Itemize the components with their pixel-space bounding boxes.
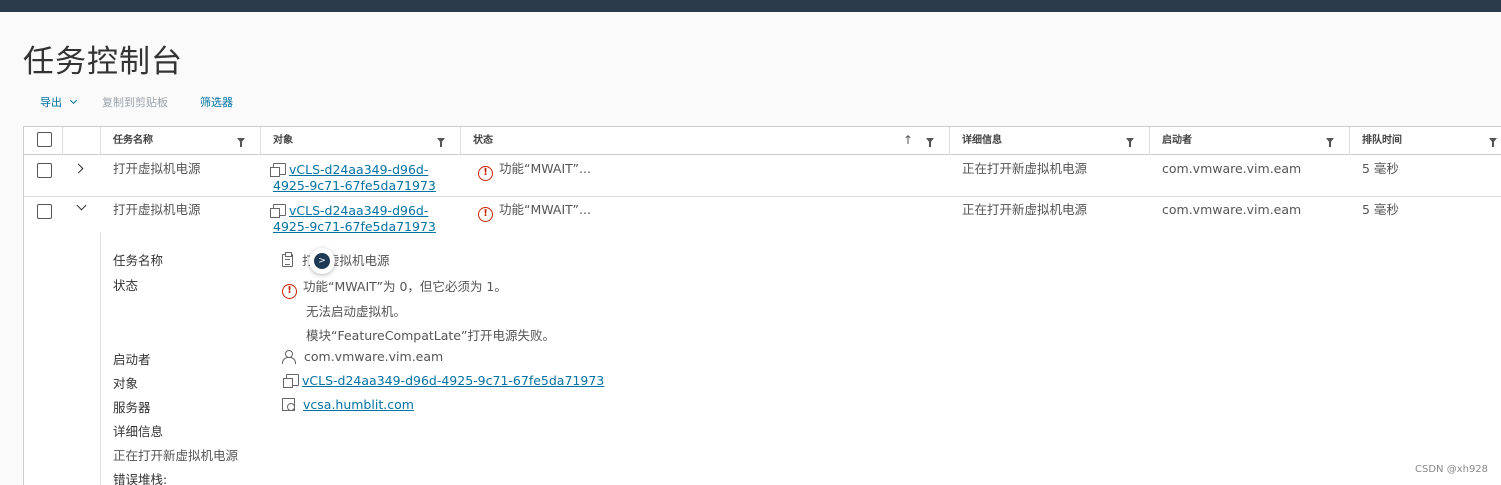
queue-time-cell: 5 毫秒	[1362, 202, 1399, 217]
watermark: CSDN @xh928	[1415, 464, 1489, 475]
detail-error-stack-label: 错误堆栈:	[113, 472, 168, 485]
row-checkbox[interactable]	[37, 163, 52, 178]
initiator-cell: com.vmware.vim.eam	[1162, 202, 1302, 217]
expander-header	[62, 127, 100, 155]
column-label: 启动者	[1162, 135, 1192, 146]
status-text: 功能“MWAIT”...	[499, 202, 591, 217]
task-name-cell: 打开虚拟机电源	[113, 202, 201, 217]
detail-details-value: 正在打开新虚拟机电源	[113, 448, 239, 463]
column-header-object[interactable]: 对象	[260, 127, 460, 155]
detail-task-name-value: 打开虚拟机电源	[282, 250, 390, 269]
chevron-right-icon[interactable]	[73, 163, 84, 174]
vm-icon	[270, 204, 286, 218]
details-cell: 正在打开新虚拟机电源	[962, 161, 1088, 176]
detail-server-value[interactable]: vcsa.humblit.com	[282, 397, 414, 412]
object-link-line2[interactable]: 4925-9c71-67fe5da71973	[273, 219, 436, 234]
detail-status-text: 功能“MWAIT”为 0，但它必须为 1。	[303, 279, 507, 294]
object-link-line1[interactable]: vCLS-d24aa349-d96d-	[289, 162, 428, 177]
task-name-cell: 打开虚拟机电源	[113, 161, 201, 176]
table-row-expanded[interactable]: 打开虚拟机电源 vCLS-d24aa349-d96d- 4925-9c71-67…	[24, 197, 1501, 485]
detail-task-name-label: 任务名称	[113, 253, 164, 268]
object-link-line2[interactable]: 4925-9c71-67fe5da71973	[273, 178, 436, 193]
assistant-icon: >	[314, 253, 330, 269]
column-label: 对象	[273, 135, 293, 146]
initiator-cell: com.vmware.vim.eam	[1162, 161, 1302, 176]
status-cell: ! 功能“MWAIT”...	[478, 202, 591, 222]
filter-icon[interactable]	[237, 138, 245, 147]
column-label: 详细信息	[962, 135, 1002, 146]
grid-header: 任务名称 对象 状态 ↑ 详细信息 启动者 排队时间	[24, 127, 1501, 155]
column-label: 排队时间	[1362, 135, 1402, 146]
export-label: 导出	[40, 96, 62, 109]
chevron-down-icon	[69, 96, 78, 105]
column-header-task-name[interactable]: 任务名称	[100, 127, 260, 155]
status-cell: ! 功能“MWAIT”...	[478, 161, 591, 181]
filter-icon[interactable]	[1326, 138, 1334, 147]
object-link-line1[interactable]: vCLS-d24aa349-d96d-	[289, 203, 428, 218]
detail-object-link[interactable]: vCLS-d24aa349-d96d-4925-9c71-67fe5da7197…	[302, 373, 604, 388]
task-grid: 任务名称 对象 状态 ↑ 详细信息 启动者 排队时间 打开虚拟机电源 vCLS-…	[23, 126, 1501, 485]
detail-status-line2: 无法启动虚拟机。	[306, 304, 407, 319]
column-header-initiator[interactable]: 启动者	[1149, 127, 1349, 155]
error-icon: !	[478, 166, 493, 181]
user-icon	[282, 350, 296, 364]
export-button[interactable]: 导出	[40, 94, 78, 110]
server-icon	[282, 398, 295, 411]
error-icon: !	[478, 207, 493, 222]
vm-icon	[270, 163, 286, 177]
table-row[interactable]: 打开虚拟机电源 vCLS-d24aa349-d96d- 4925-9c71-67…	[24, 156, 1501, 197]
top-navigation-bar	[0, 0, 1501, 12]
details-cell: 正在打开新虚拟机电源	[962, 202, 1088, 217]
page-title: 任务控制台	[23, 44, 183, 80]
detail-status-line1: ! 功能“MWAIT”为 0，但它必须为 1。	[282, 276, 507, 299]
column-header-details[interactable]: 详细信息	[949, 127, 1149, 155]
detail-status-label: 状态	[113, 278, 139, 293]
column-label: 任务名称	[113, 135, 153, 146]
detail-divider	[100, 232, 101, 485]
filter-icon[interactable]	[926, 138, 934, 147]
detail-server-link[interactable]: vcsa.humblit.com	[303, 397, 414, 412]
filter-icon[interactable]	[437, 138, 445, 147]
object-cell[interactable]: vCLS-d24aa349-d96d- 4925-9c71-67fe5da719…	[270, 203, 436, 235]
select-all-checkbox[interactable]	[37, 132, 52, 147]
copy-to-clipboard-button[interactable]: 复制到剪贴板	[102, 94, 168, 110]
vm-icon	[283, 374, 299, 388]
detail-status-line3: 模块“FeatureCompatLate”打开电源失败。	[306, 328, 555, 343]
chevron-down-icon[interactable]	[76, 200, 87, 211]
floating-assistant-button[interactable]: >	[309, 248, 335, 274]
detail-server-label: 服务器	[113, 400, 151, 415]
detail-details-label: 详细信息	[113, 424, 164, 439]
detail-initiator-value: com.vmware.vim.eam	[282, 349, 443, 364]
clipboard-icon	[282, 252, 293, 267]
detail-object-label: 对象	[113, 376, 139, 391]
column-header-queue-time[interactable]: 排队时间	[1349, 127, 1501, 155]
filter-button[interactable]: 筛选器	[200, 94, 233, 110]
status-text: 功能“MWAIT”...	[499, 161, 591, 176]
detail-object-value[interactable]: vCLS-d24aa349-d96d-4925-9c71-67fe5da7197…	[282, 373, 604, 388]
object-cell[interactable]: vCLS-d24aa349-d96d- 4925-9c71-67fe5da719…	[270, 162, 436, 194]
row-checkbox[interactable]	[37, 204, 52, 219]
column-label: 状态	[473, 135, 493, 146]
detail-initiator-text: com.vmware.vim.eam	[304, 349, 444, 364]
column-header-status[interactable]: 状态 ↑	[460, 127, 949, 155]
filter-icon[interactable]	[1126, 138, 1134, 147]
detail-initiator-label: 启动者	[113, 352, 151, 367]
toolbar: 导出 复制到剪贴板 筛选器	[40, 94, 233, 110]
sort-up-icon[interactable]: ↑	[903, 134, 913, 146]
queue-time-cell: 5 毫秒	[1362, 161, 1399, 176]
filter-icon[interactable]	[1489, 138, 1497, 147]
error-icon: !	[282, 284, 297, 299]
